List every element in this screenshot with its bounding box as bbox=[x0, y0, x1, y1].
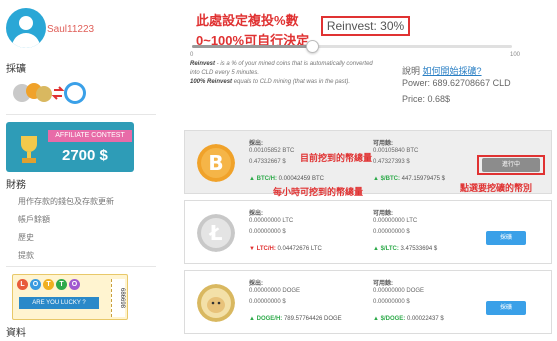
annotation-mined-total: 目前挖到的幣總量 bbox=[300, 153, 373, 163]
hourly-rate: ▲ BTC/H: 0.00042459 BTC bbox=[249, 176, 324, 182]
avatar[interactable] bbox=[6, 8, 46, 48]
rate-value: 0.00042459 BTC bbox=[278, 176, 325, 182]
mined-label: 採出: bbox=[249, 211, 263, 217]
litecoin-icon: Ł bbox=[197, 214, 235, 252]
available-usd: 0.47327393 $ bbox=[373, 159, 410, 165]
howto-row: 說明 如何開始採礦? bbox=[402, 64, 482, 77]
slider-max-label: 100 bbox=[510, 52, 521, 58]
info-section-title: 資料 bbox=[6, 328, 26, 339]
contest-ribbon: AFFILIATE CONTEST bbox=[48, 130, 132, 142]
divider bbox=[6, 266, 156, 267]
rate-label: LTC/H: bbox=[256, 246, 276, 252]
available-usd: 0.00000000 $ bbox=[373, 299, 410, 305]
divider bbox=[6, 114, 156, 115]
reinvest-description: Reinvest - is a % of your mined coins th… bbox=[190, 60, 376, 87]
lotto-ball: T bbox=[43, 279, 54, 290]
mined-usd: 0.00000000 $ bbox=[249, 229, 286, 235]
annotation-click-hint: 點選要挖礦的幣別 bbox=[460, 183, 533, 193]
contest-amount: 2700 $ bbox=[62, 147, 108, 164]
up-arrow-icon: ▲ bbox=[373, 246, 379, 252]
avatar-body bbox=[12, 33, 40, 48]
up-arrow-icon: ▲ bbox=[249, 316, 255, 322]
sidebar-item-history[interactable]: 歷史 bbox=[18, 232, 34, 243]
mined-amount: 0.00000000 DOGE bbox=[249, 288, 301, 294]
coin-card-btc[interactable]: B 採出: 0.00105852 BTC 0.47332667 $ 可用餘: 0… bbox=[184, 130, 552, 197]
up-arrow-icon: ▲ bbox=[249, 176, 255, 182]
svg-text:B: B bbox=[208, 151, 223, 175]
usd-value: 447.15979475 $ bbox=[401, 176, 446, 182]
desc-bold-2: 100% Reinvest bbox=[190, 79, 233, 85]
available-label: 可用餘: bbox=[373, 281, 393, 287]
usd-label: $/BTC: bbox=[380, 176, 400, 182]
reinvest-slider-fill bbox=[192, 45, 313, 48]
available-amount: 0.00000000 DOGE bbox=[373, 288, 425, 294]
lotto-ball: O bbox=[30, 279, 41, 290]
sidebar-item-wallet[interactable]: 用作存款的錢包及存款更新 bbox=[18, 196, 114, 207]
rate-label: BTC/H: bbox=[256, 176, 277, 182]
available-amount: 0.00000000 LTC bbox=[373, 218, 418, 224]
lotto-number: 686698 bbox=[111, 279, 125, 317]
avatar-head bbox=[19, 16, 33, 30]
lotto-ball: O bbox=[69, 279, 80, 290]
mined-usd: 0.47332667 $ bbox=[249, 159, 286, 165]
annotation-reinvest-setting: 此處設定複投%數 bbox=[196, 13, 299, 28]
howto-label: 說明 bbox=[402, 66, 421, 76]
annotation-hourly: 每小時可挖到的幣總量 bbox=[273, 187, 364, 197]
coin-card-ltc[interactable]: Ł 採出: 0.00000000 LTC 0.00000000 $ 可用餘: 0… bbox=[184, 200, 552, 264]
usd-price: ▲ $/LTC: 3.47533694 $ bbox=[373, 246, 437, 252]
usd-label: $/LTC: bbox=[380, 246, 399, 252]
down-arrow-icon: ▼ bbox=[249, 246, 255, 252]
up-arrow-icon: ▲ bbox=[373, 176, 379, 182]
rate-value: 0.04472676 LTC bbox=[277, 246, 322, 252]
start-mining-button[interactable]: 採礦 bbox=[486, 301, 526, 315]
lotto-lucky-text: ARE YOU LUCKY ? bbox=[19, 297, 99, 309]
finance-section-title: 財務 bbox=[6, 180, 26, 191]
dogecoin-icon bbox=[197, 284, 235, 322]
sidebar-item-withdraw[interactable]: 提款 bbox=[18, 250, 34, 261]
up-arrow-icon: ▲ bbox=[373, 316, 379, 322]
hourly-rate: ▲ DOGE/H: 789.57764426 DOGE bbox=[249, 316, 342, 322]
usd-value: 0.00022437 $ bbox=[406, 316, 444, 322]
svg-text:Ł: Ł bbox=[209, 221, 223, 245]
rate-value: 789.57764426 DOGE bbox=[283, 316, 342, 322]
howto-link[interactable]: 如何開始採礦? bbox=[423, 66, 482, 76]
price-value: Price: 0.68$ bbox=[402, 94, 451, 104]
mined-amount: 0.00000000 LTC bbox=[249, 218, 294, 224]
lotto-ball: L bbox=[17, 279, 28, 290]
lotto-ball: T bbox=[56, 279, 67, 290]
usd-price: ▲ $/BTC: 447.15979475 $ bbox=[373, 176, 445, 182]
desc-text-2: equals to CLD mining (that was in the pa… bbox=[232, 79, 351, 85]
desc-bold-1: Reinvest bbox=[190, 61, 216, 67]
bitcoin-icon: B bbox=[197, 144, 235, 182]
rate-label: DOGE/H: bbox=[256, 316, 283, 322]
reinvest-value-label: Reinvest: 30% bbox=[321, 16, 410, 36]
reinvest-slider-handle[interactable] bbox=[306, 40, 319, 53]
trophy-icon bbox=[21, 136, 37, 163]
mining-section-title: 採礦 bbox=[6, 64, 26, 75]
available-usd: 0.00000000 $ bbox=[373, 229, 410, 235]
mined-label: 採出: bbox=[249, 281, 263, 287]
power-value: Power: 689.62708667 CLD bbox=[402, 78, 511, 88]
usd-price: ▲ $/DOGE: 0.00022437 $ bbox=[373, 316, 444, 322]
available-amount: 0.00105840 BTC bbox=[373, 148, 419, 154]
desc-text-1: - is a % of your mined coins that is aut… bbox=[190, 61, 373, 76]
slider-min-label: 0 bbox=[190, 52, 194, 58]
coin-exchange-icon bbox=[13, 82, 86, 104]
sidebar-item-balance[interactable]: 帳戶餘額 bbox=[18, 214, 50, 225]
available-label: 可用餘: bbox=[373, 141, 393, 147]
mining-active-button[interactable]: 進行中 bbox=[482, 158, 540, 172]
affiliate-contest-banner[interactable]: AFFILIATE CONTEST 2700 $ bbox=[6, 122, 134, 172]
usd-label: $/DOGE: bbox=[380, 316, 406, 322]
mined-label: 採出: bbox=[249, 141, 263, 147]
hourly-rate: ▼ LTC/H: 0.04472676 LTC bbox=[249, 246, 322, 252]
mined-usd: 0.00000000 $ bbox=[249, 299, 286, 305]
available-label: 可用餘: bbox=[373, 211, 393, 217]
lotto-banner[interactable]: L O T T O ARE YOU LUCKY ? 686698 bbox=[12, 274, 128, 320]
username[interactable]: Saul11223 bbox=[47, 24, 94, 35]
lotto-balls: L O T T O bbox=[17, 279, 80, 291]
start-mining-button[interactable]: 採礦 bbox=[486, 231, 526, 245]
usd-value: 3.47533694 $ bbox=[400, 246, 438, 252]
coin-card-doge[interactable]: 採出: 0.00000000 DOGE 0.00000000 $ 可用餘: 0.… bbox=[184, 270, 552, 334]
mined-amount: 0.00105852 BTC bbox=[249, 148, 295, 154]
